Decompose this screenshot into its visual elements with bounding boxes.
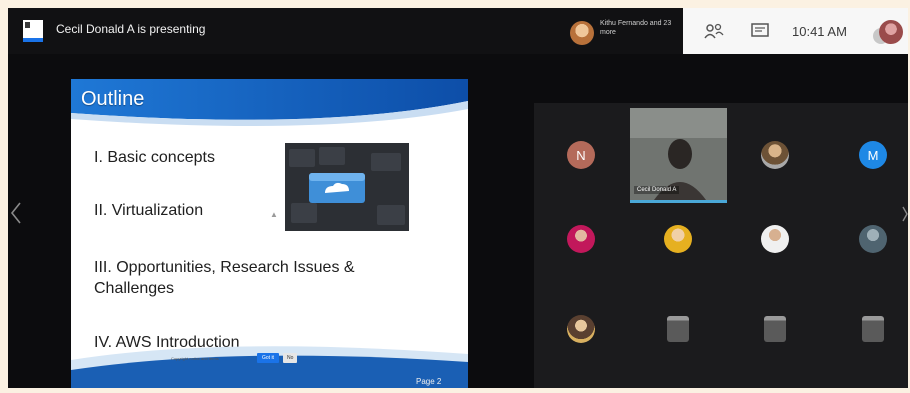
presentation-icon — [23, 20, 43, 42]
participant-tile[interactable]: N — [544, 118, 618, 192]
meeting-toolbar: 10:41 AM — [683, 8, 908, 54]
outline-item: II. Virtualization — [94, 202, 204, 219]
slide-title: Outline — [81, 88, 145, 110]
participant-name: Cecil Donald A — [634, 186, 680, 194]
avatar — [764, 316, 786, 342]
participant-tile[interactable] — [738, 202, 812, 276]
chat-icon[interactable] — [750, 22, 770, 40]
page-number: Page 2 — [416, 377, 442, 386]
participant-tile[interactable] — [738, 292, 812, 366]
people-icon[interactable] — [703, 22, 725, 40]
top-bar: Cecil Donald A is presenting Kithu Ferna… — [8, 8, 908, 54]
participant-tile[interactable] — [836, 202, 908, 276]
chevron-right-icon[interactable] — [902, 204, 908, 224]
user-avatar[interactable] — [879, 20, 903, 44]
keyboard-cloud-image — [285, 143, 409, 231]
avatar — [567, 315, 595, 343]
notice-decline-button[interactable]: No — [282, 353, 298, 363]
viewers-summary: Kithu Fernando and 23 more — [600, 20, 672, 36]
avatar — [667, 316, 689, 342]
presenter-video-tile[interactable]: Cecil Donald A — [630, 108, 727, 203]
participant-tile[interactable] — [836, 292, 908, 366]
clock-time: 10:41 AM — [792, 24, 847, 39]
avatar — [567, 225, 595, 253]
participant-tile[interactable] — [641, 202, 715, 276]
cursor-icon: ▲ — [270, 210, 278, 219]
participant-tile[interactable] — [738, 118, 812, 192]
notice-accept-button[interactable]: Got it — [257, 353, 279, 363]
shared-slide: Outline I. Basic concepts II. Virtualiza… — [71, 79, 468, 388]
outline-item: III. Opportunities, Research Issues & Ch… — [94, 259, 355, 297]
participant-tile[interactable] — [544, 202, 618, 276]
presenting-status: Cecil Donald A is presenting — [56, 22, 206, 36]
avatar[interactable] — [570, 21, 594, 45]
participant-tile[interactable]: M — [836, 118, 908, 192]
avatar — [859, 225, 887, 253]
participant-tile[interactable] — [641, 292, 715, 366]
participant-tile[interactable] — [544, 292, 618, 366]
notice-text: Copyright notice and terms — [171, 355, 219, 361]
meeting-stage: Cecil Donald A is presenting Kithu Ferna… — [8, 8, 908, 388]
avatar — [664, 225, 692, 253]
notice-bar: Copyright notice and terms Got it No — [171, 351, 298, 365]
avatar — [862, 316, 884, 342]
outline-item: I. Basic concepts — [94, 149, 215, 166]
avatar: N — [567, 141, 595, 169]
avatar: M — [859, 141, 887, 169]
avatar — [761, 225, 789, 253]
avatar — [761, 141, 789, 169]
chevron-left-icon[interactable] — [8, 200, 24, 226]
